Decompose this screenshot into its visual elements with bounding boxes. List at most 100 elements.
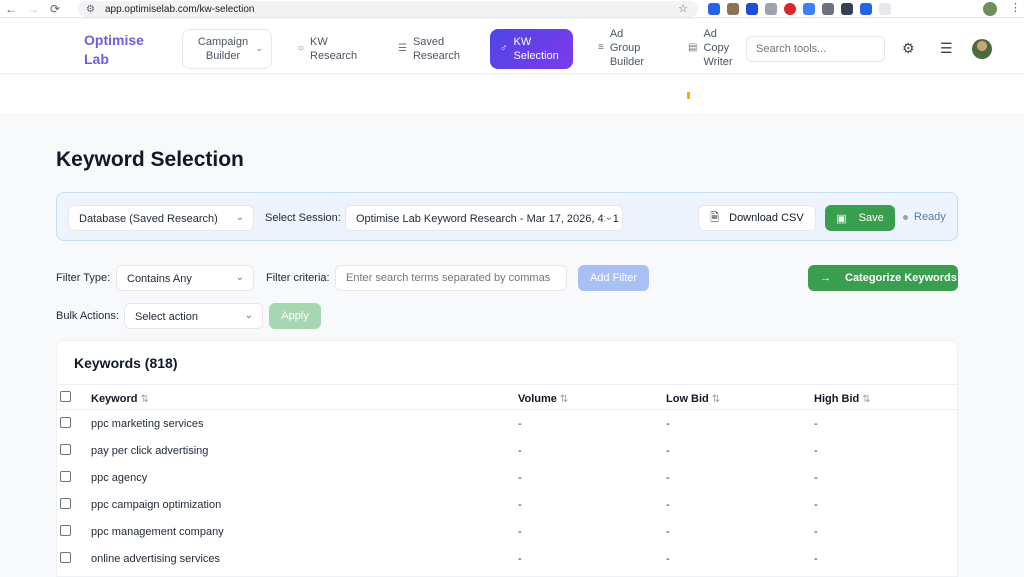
column-header-keyword[interactable]: Keyword ⇅ [91, 393, 149, 405]
nav-ad-copy-writer[interactable]: ▤ Ad Copy Writer [688, 27, 743, 69]
extension-icon[interactable] [822, 3, 834, 15]
document-icon: ▤ [688, 42, 698, 53]
extension-icon[interactable] [765, 3, 777, 15]
session-label: Select Session: [265, 212, 341, 224]
save-icon: ▣ [836, 212, 847, 225]
table-row[interactable]: ppc agency - - - [57, 465, 959, 492]
categorize-label: Categorize Keywords [845, 272, 957, 284]
column-header-low-bid[interactable]: Low Bid ⇅ [666, 393, 720, 405]
gear-icon[interactable]: ⚙ [902, 40, 915, 57]
low-bid-cell: - [666, 526, 670, 538]
database-icon: ☰ [398, 43, 407, 54]
filter-criteria-label: Filter criteria: [266, 272, 330, 284]
logo[interactable]: Optimise Lab [84, 31, 154, 69]
column-label: Volume [518, 393, 557, 405]
reload-icon[interactable]: ⟳ [44, 0, 66, 18]
filter-criteria-input[interactable] [335, 265, 567, 291]
keyword-cell: online advertising services [91, 553, 221, 565]
table-row[interactable]: ppc management company - - - [57, 519, 959, 546]
filter-type-select[interactable]: Contains Any ⌄ [116, 265, 254, 291]
url-text: app.optimiselab.com/kw-selection [104, 3, 255, 15]
nav-kw-research[interactable]: ○ KW Research [298, 35, 360, 63]
search-tools-input[interactable] [746, 36, 885, 62]
row-checkbox[interactable] [60, 444, 71, 455]
volume-cell: - [518, 526, 522, 538]
table-row[interactable]: ppc marketing services - - - [57, 411, 959, 438]
avatar[interactable] [972, 39, 992, 59]
low-bid-cell: - [666, 499, 670, 511]
nav-ad-group-builder[interactable]: ≡ Ad Group Builder [598, 27, 650, 69]
extension-icon[interactable] [708, 3, 720, 15]
column-label: Low Bid [666, 393, 709, 405]
puzzle-icon[interactable] [879, 3, 891, 15]
keywords-table-card: Keywords (818) Keyword ⇅ Volume ⇅ Low Bid ⇅… [56, 340, 959, 577]
database-select[interactable]: Database (Saved Research) ⌄ [68, 205, 254, 231]
text-cursor [687, 92, 690, 99]
high-bid-cell: - [814, 499, 818, 511]
extension-icon[interactable] [860, 3, 872, 15]
site-info-icon[interactable]: ⚙ [86, 4, 95, 15]
nav-campaign-builder[interactable]: Campaign Builder ⌄ [182, 29, 272, 69]
extension-icon[interactable] [803, 3, 815, 15]
save-button[interactable]: ▣ Save [825, 205, 895, 231]
filter-type-value: Contains Any [127, 273, 192, 285]
extension-icon[interactable] [841, 3, 853, 15]
keyword-cell: pay per click advertising [91, 445, 209, 457]
back-icon[interactable]: ← [0, 0, 22, 18]
table-title: Keywords (818) [74, 355, 178, 371]
chevron-down-icon: ⌄ [604, 212, 613, 223]
browser-toolbar: ← → ⟳ ⚙ app.optimiselab.com/kw-selection… [0, 0, 1024, 18]
address-bar[interactable]: ⚙ app.optimiselab.com/kw-selection ☆ [78, 1, 698, 17]
add-filter-button[interactable]: Add Filter [578, 265, 649, 291]
bulk-action-select[interactable]: Select action ⌄ [124, 303, 263, 329]
nav-label: KW Selection [513, 36, 559, 62]
categorize-keywords-button[interactable]: → Categorize Keywords [808, 265, 958, 291]
column-header-volume[interactable]: Volume ⇅ [518, 393, 568, 405]
nav-saved-research[interactable]: ☰ Saved Research [398, 35, 463, 63]
header-spacer [0, 75, 1024, 113]
keyword-cell: ppc marketing services [91, 418, 204, 430]
row-checkbox[interactable] [60, 525, 71, 536]
database-icon[interactable]: ☰ [940, 40, 953, 57]
chevron-down-icon: ⌄ [235, 212, 244, 223]
table-row[interactable]: ppc campaign optimization - - - [57, 492, 959, 519]
table-row[interactable]: pay per click advertising - - - [57, 438, 959, 465]
sort-icon: ⇅ [140, 394, 149, 405]
extension-icon[interactable] [784, 3, 796, 15]
volume-cell: - [518, 418, 522, 430]
keyword-cell: ppc agency [91, 472, 148, 484]
high-bid-cell: - [814, 526, 818, 538]
search-icon: ○ [298, 43, 305, 54]
download-csv-button[interactable]: 🗎 Download CSV [698, 205, 816, 231]
row-checkbox[interactable] [60, 552, 71, 563]
nav-label: Ad Copy Writer [703, 28, 733, 68]
bulk-actions-label: Bulk Actions: [56, 310, 119, 322]
select-all-checkbox[interactable] [60, 391, 71, 402]
bookmark-star-icon[interactable]: ☆ [678, 2, 688, 15]
nav-label: Ad Group Builder [609, 28, 645, 68]
arrow-right-icon: → [820, 272, 831, 284]
row-checkbox[interactable] [60, 471, 71, 482]
nav-kw-selection[interactable]: ♂ KW Selection [490, 29, 573, 69]
download-csv-label: Download CSV [729, 212, 804, 224]
database-select-value: Database (Saved Research) [79, 213, 218, 225]
row-checkbox[interactable] [60, 417, 71, 428]
extension-icon[interactable] [746, 3, 758, 15]
browser-menu-icon[interactable]: ⋮ [1010, 1, 1021, 14]
browser-profile-avatar[interactable] [983, 2, 997, 16]
apply-button[interactable]: Apply [269, 303, 321, 329]
low-bid-cell: - [666, 418, 670, 430]
high-bid-cell: - [814, 445, 818, 457]
nav-label: Campaign Builder [197, 36, 249, 62]
table-header: Keyword ⇅ Volume ⇅ Low Bid ⇅ High Bid ⇅ [57, 384, 959, 410]
column-header-high-bid[interactable]: High Bid ⇅ [814, 393, 871, 405]
table-row[interactable]: online advertising services - - - [57, 546, 959, 573]
row-checkbox[interactable] [60, 498, 71, 509]
volume-cell: - [518, 472, 522, 484]
volume-cell: - [518, 553, 522, 565]
extension-icon[interactable] [727, 3, 739, 15]
forward-icon[interactable]: → [22, 0, 44, 18]
session-select[interactable]: Optimise Lab Keyword Research - Mar 17, … [345, 205, 623, 231]
volume-cell: - [518, 445, 522, 457]
chevron-down-icon: ⌄ [235, 272, 244, 283]
